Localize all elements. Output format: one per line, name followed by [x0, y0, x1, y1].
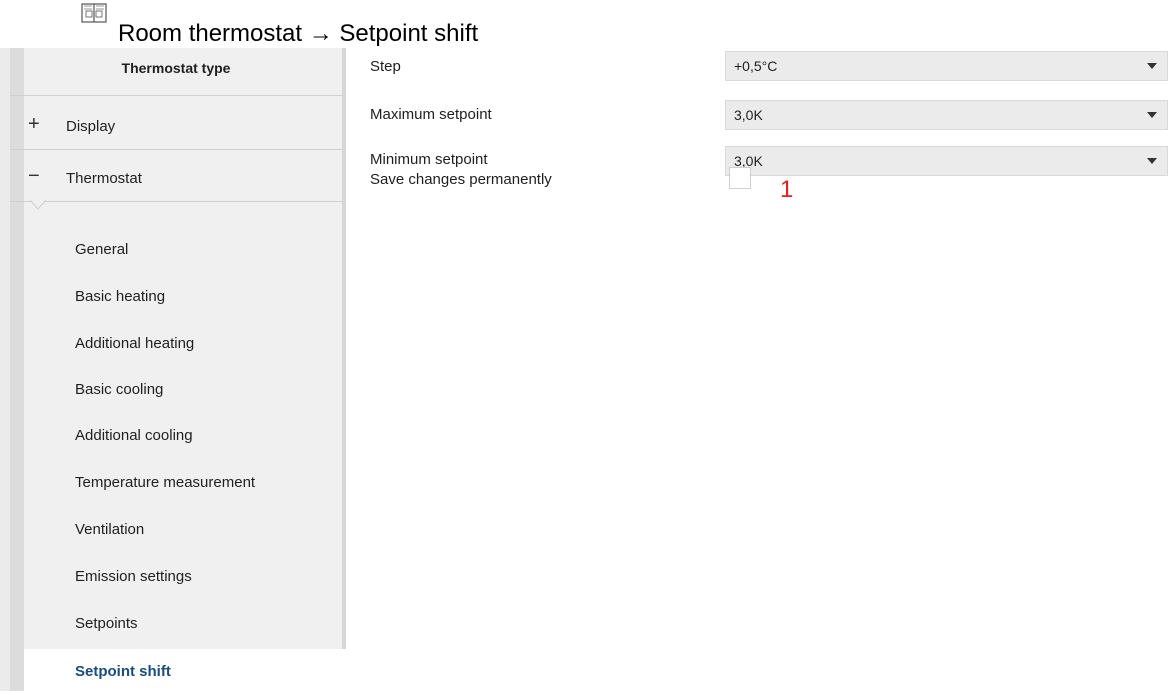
- sidebar-item-label: Setpoints: [75, 615, 138, 632]
- sidebar-item-label: Basic cooling: [75, 381, 164, 398]
- sidebar-item-label: General: [75, 241, 129, 258]
- sidebar-item-thermostat[interactable]: − Thermostat: [10, 156, 342, 202]
- sidebar-item-setpoint-shift[interactable]: Setpoint shift: [24, 649, 346, 695]
- sidebar-item-label: Additional cooling: [75, 427, 193, 444]
- sidebar-item-label: Ventilation: [75, 521, 145, 538]
- sidebar-item-label: Thermostat: [66, 170, 142, 187]
- sidebar-item-label: Basic heating: [75, 288, 166, 305]
- step-label: Step: [370, 58, 401, 75]
- sidebar-item-ventilation[interactable]: Ventilation: [24, 507, 342, 553]
- sidebar-item-label: Setpoint shift: [75, 663, 171, 680]
- sidebar-item-label: Emission settings: [75, 568, 192, 585]
- book-icon: [81, 3, 107, 23]
- chevron-down-icon: [1147, 158, 1157, 164]
- sidebar-item-basic-heating[interactable]: Basic heating: [24, 274, 342, 320]
- sidebar-item-display[interactable]: + Display: [10, 104, 342, 150]
- sidebar-item-label: Temperature measurement: [75, 474, 256, 491]
- chevron-down-icon: [1147, 63, 1157, 69]
- sidebar-divider[interactable]: [342, 48, 346, 691]
- sidebar-section-title: Thermostat type: [121, 60, 231, 76]
- maximum-setpoint-select[interactable]: 3,0K: [725, 100, 1168, 130]
- maximum-setpoint-label: Maximum setpoint: [370, 106, 492, 123]
- sidebar-item-additional-heating[interactable]: Additional heating: [24, 321, 342, 367]
- sidebar-section-thermostat-type[interactable]: Thermostat type: [10, 48, 342, 96]
- sidebar-item-label: Display: [66, 118, 116, 135]
- sidebar-item-temperature-measurement[interactable]: Temperature measurement: [24, 460, 342, 506]
- expand-icon[interactable]: +: [28, 114, 40, 134]
- sidebar-item-emission-settings[interactable]: Emission settings: [24, 554, 342, 600]
- annotation-marker: 1: [780, 176, 794, 203]
- step-select[interactable]: +0,5°C: [725, 51, 1168, 81]
- sidebar-item-label: Additional heating: [75, 335, 195, 352]
- caret-icon: [30, 200, 46, 210]
- sidebar-item-additional-cooling[interactable]: Additional cooling: [24, 413, 342, 459]
- chevron-down-icon: [1147, 112, 1157, 118]
- select-value: +0,5°C: [734, 58, 778, 74]
- save-permanently-checkbox[interactable]: [729, 167, 751, 189]
- sidebar-item-basic-cooling[interactable]: Basic cooling: [24, 367, 342, 413]
- collapse-icon[interactable]: −: [28, 166, 40, 186]
- minimum-setpoint-label: Minimum setpoint: [370, 151, 488, 168]
- page-title: Room thermostat → Setpoint shift: [118, 20, 479, 47]
- save-permanently-label: Save changes permanently: [370, 171, 552, 188]
- page-header: Room thermostat → Setpoint shift: [0, 0, 1168, 48]
- sidebar-item-general[interactable]: General: [24, 227, 342, 273]
- select-value: 3,0K: [734, 107, 763, 123]
- minimum-setpoint-select[interactable]: 3,0K: [725, 146, 1168, 176]
- sidebar-item-setpoints[interactable]: Setpoints: [24, 601, 342, 647]
